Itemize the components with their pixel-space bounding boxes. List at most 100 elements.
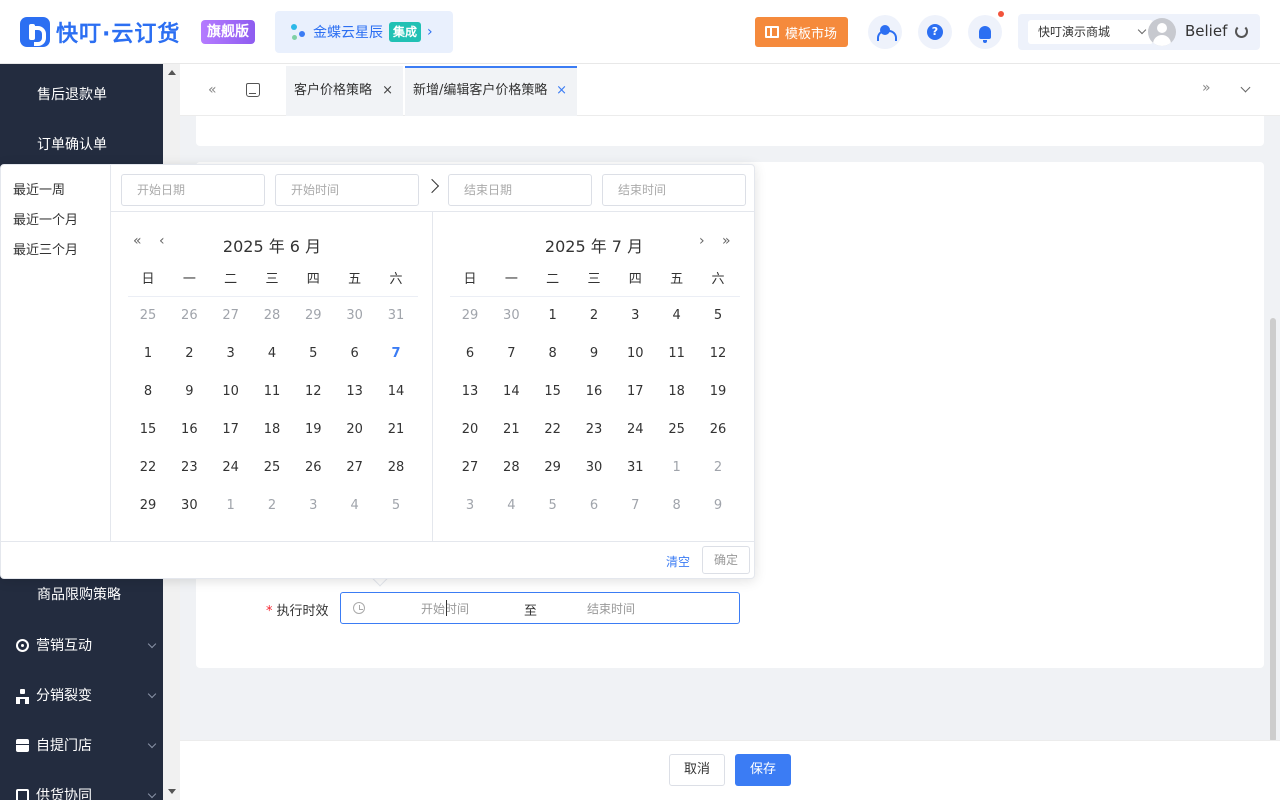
shortcut-last-three-months[interactable]: 最近三个月 <box>13 239 78 258</box>
tab-edit-customer-price-strategy[interactable]: 新增/编辑客户价格策略 × <box>405 66 577 116</box>
calendar-day[interactable]: 21 <box>496 422 526 437</box>
calendar-day[interactable]: 29 <box>538 460 568 475</box>
calendar-day[interactable]: 16 <box>579 384 609 399</box>
scroll-up-icon[interactable] <box>168 70 176 75</box>
user-name[interactable]: Belief <box>1185 22 1227 40</box>
calendar-day[interactable]: 17 <box>620 384 650 399</box>
shortcut-last-month[interactable]: 最近一个月 <box>13 209 78 228</box>
calendar-day[interactable]: 1 <box>662 460 692 475</box>
calendar-day[interactable]: 1 <box>133 346 163 361</box>
calendar-day[interactable]: 30 <box>496 308 526 323</box>
calendar-day[interactable]: 25 <box>662 422 692 437</box>
sidebar-item-refund[interactable]: 售后退款单 <box>0 70 163 120</box>
calendar-day[interactable]: 8 <box>538 346 568 361</box>
sidebar-group-marketing[interactable]: 营销互动 <box>0 621 163 671</box>
calendar-day[interactable]: 9 <box>579 346 609 361</box>
calendar-day[interactable]: 5 <box>298 346 328 361</box>
confirm-button[interactable]: 确定 <box>702 546 750 574</box>
calendar-day[interactable]: 28 <box>257 308 287 323</box>
store-select[interactable]: 快叮演示商城 <box>1028 20 1153 44</box>
end-date-input[interactable]: 结束日期 <box>448 174 592 206</box>
close-icon[interactable]: × <box>556 68 567 114</box>
calendar-day[interactable]: 10 <box>620 346 650 361</box>
calendar-day[interactable]: 12 <box>703 346 733 361</box>
calendar-day[interactable]: 6 <box>455 346 485 361</box>
calendar-day[interactable]: 5 <box>538 498 568 513</box>
calendar-day[interactable]: 6 <box>579 498 609 513</box>
calendar-day[interactable]: 31 <box>620 460 650 475</box>
calendar-day[interactable]: 5 <box>703 308 733 323</box>
calendar-day[interactable]: 4 <box>257 346 287 361</box>
range-start-input[interactable]: 开始时间 <box>421 600 469 617</box>
tabs-scroll-left-icon[interactable]: « <box>208 82 217 98</box>
sidebar-group-supply[interactable]: 供货协同 <box>0 771 163 800</box>
start-date-input[interactable]: 开始日期 <box>121 174 265 206</box>
end-time-input[interactable]: 结束时间 <box>602 174 746 206</box>
calendar-day[interactable]: 2 <box>174 346 204 361</box>
calendar-day[interactable]: 7 <box>381 346 411 361</box>
calendar-day[interactable]: 2 <box>703 460 733 475</box>
calendar-day[interactable]: 4 <box>340 498 370 513</box>
calendar-day[interactable]: 26 <box>298 460 328 475</box>
calendar-day[interactable]: 3 <box>455 498 485 513</box>
calendar-day[interactable]: 4 <box>496 498 526 513</box>
calendar-day[interactable]: 5 <box>381 498 411 513</box>
calendar-day[interactable]: 29 <box>455 308 485 323</box>
home-icon[interactable] <box>246 83 260 97</box>
calendar-day[interactable]: 26 <box>703 422 733 437</box>
calendar-day[interactable]: 1 <box>538 308 568 323</box>
calendar-day[interactable]: 3 <box>298 498 328 513</box>
start-time-input[interactable]: 开始时间 <box>275 174 419 206</box>
cancel-button[interactable]: 取消 <box>669 754 725 786</box>
calendar-day[interactable]: 25 <box>257 460 287 475</box>
calendar-day[interactable]: 28 <box>496 460 526 475</box>
calendar-day[interactable]: 31 <box>381 308 411 323</box>
template-market-button[interactable]: 模板市场 <box>755 17 848 47</box>
calendar-day[interactable]: 16 <box>174 422 204 437</box>
tab-customer-price-strategy[interactable]: 客户价格策略 × <box>286 66 403 116</box>
prev-year-icon[interactable]: « <box>133 233 142 249</box>
execution-period-range-input[interactable]: 开始时间 至 结束时间 <box>340 592 740 624</box>
calendar-day[interactable]: 27 <box>340 460 370 475</box>
prev-month-icon[interactable]: ‹ <box>159 233 165 249</box>
avatar[interactable] <box>1148 18 1176 46</box>
calendar-day[interactable]: 30 <box>174 498 204 513</box>
scroll-down-icon[interactable] <box>168 789 176 794</box>
calendar-day[interactable]: 19 <box>703 384 733 399</box>
calendar-day[interactable]: 21 <box>381 422 411 437</box>
calendar-day[interactable]: 6 <box>340 346 370 361</box>
help-button[interactable]: ? <box>918 15 952 49</box>
calendar-day[interactable]: 15 <box>133 422 163 437</box>
calendar-day[interactable]: 24 <box>620 422 650 437</box>
calendar-day[interactable]: 30 <box>340 308 370 323</box>
calendar-day[interactable]: 11 <box>662 346 692 361</box>
content-scrollbar[interactable] <box>1270 318 1276 742</box>
calendar-day[interactable]: 3 <box>620 308 650 323</box>
calendar-day[interactable]: 4 <box>662 308 692 323</box>
clear-button[interactable]: 清空 <box>666 553 690 570</box>
chevron-down-icon[interactable] <box>1240 82 1251 93</box>
calendar-day[interactable]: 29 <box>298 308 328 323</box>
calendar-day[interactable]: 13 <box>340 384 370 399</box>
calendar-day[interactable]: 9 <box>703 498 733 513</box>
calendar-day[interactable]: 26 <box>174 308 204 323</box>
calendar-day[interactable]: 7 <box>620 498 650 513</box>
calendar-day[interactable]: 10 <box>216 384 246 399</box>
calendar-day[interactable]: 12 <box>298 384 328 399</box>
calendar-day[interactable]: 8 <box>133 384 163 399</box>
calendar-day[interactable]: 22 <box>133 460 163 475</box>
tabs-scroll-right-icon[interactable]: » <box>1202 80 1211 96</box>
calendar-day[interactable]: 28 <box>381 460 411 475</box>
kingdee-integration-banner[interactable]: 金蝶云星辰 集成 › <box>275 11 453 53</box>
calendar-day[interactable]: 20 <box>455 422 485 437</box>
calendar-day[interactable]: 14 <box>381 384 411 399</box>
calendar-day[interactable]: 1 <box>216 498 246 513</box>
refresh-icon[interactable] <box>1235 25 1248 38</box>
calendar-day[interactable]: 13 <box>455 384 485 399</box>
calendar-day[interactable]: 27 <box>455 460 485 475</box>
calendar-day[interactable]: 30 <box>579 460 609 475</box>
calendar-day[interactable]: 24 <box>216 460 246 475</box>
calendar-day[interactable]: 25 <box>133 308 163 323</box>
shortcut-last-week[interactable]: 最近一周 <box>13 179 65 198</box>
next-year-icon[interactable]: » <box>722 233 731 249</box>
